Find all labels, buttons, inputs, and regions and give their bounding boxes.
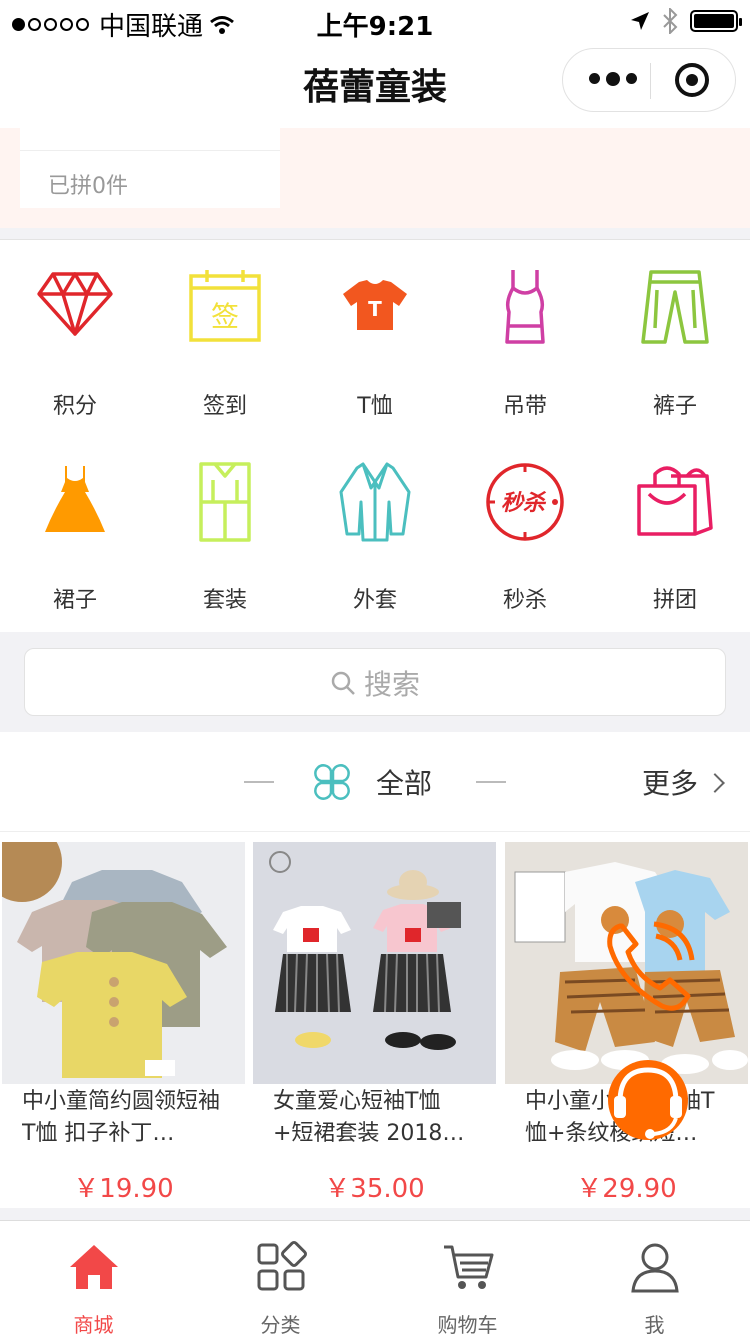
category-item[interactable]: 积分 (0, 268, 150, 420)
bluetooth-icon (663, 8, 678, 34)
tab-me[interactable]: 我 (561, 1221, 748, 1334)
panel-divider (20, 150, 280, 151)
location-arrow-icon (631, 12, 649, 30)
category-label: 秒杀 (502, 588, 547, 613)
category-item[interactable]: 裤子 (600, 268, 750, 420)
nav-bar: 蓓蕾童装 (0, 40, 750, 128)
category-grid-icon (257, 1241, 307, 1291)
search-placeholder: 搜索 (363, 668, 420, 701)
category-label: T恤 (357, 394, 393, 419)
category-label: 吊带 (502, 394, 547, 419)
category-label: 套装 (202, 588, 247, 613)
svg-text:秒杀: 秒杀 (501, 490, 547, 516)
tab-label: 分类 (260, 1313, 301, 1334)
diamond-icon (37, 272, 113, 336)
tab-label: 购物车 (437, 1313, 498, 1334)
divider-line (244, 781, 274, 783)
camisole-icon (505, 270, 545, 344)
tab-bar: 商城 分类 购物车 我 (0, 1220, 750, 1334)
tab-home[interactable]: 商城 (0, 1221, 187, 1334)
tab-cart[interactable]: 购物车 (374, 1221, 561, 1334)
product-image (2, 842, 245, 1084)
mini-program-capsule (562, 48, 736, 112)
product-price: ￥29.90 (576, 1174, 677, 1204)
search-input[interactable]: 搜索 (24, 648, 726, 716)
tab-label: 商城 (73, 1313, 114, 1334)
category-label: 拼团 (652, 588, 697, 613)
home-icon (69, 1245, 118, 1289)
flash-sale-icon: 秒杀 (486, 463, 564, 541)
pants-icon (641, 270, 709, 344)
suit-set-icon (199, 462, 251, 542)
category-item[interactable]: 拼团 (600, 462, 750, 614)
category-item[interactable]: 秒杀 秒杀 (450, 462, 600, 614)
status-bar: 中国联通 上午9:21 (0, 0, 750, 42)
group-buy-panel[interactable]: 已拼0件 (20, 128, 280, 208)
section-title: 全部 (376, 767, 433, 800)
customer-service-icon[interactable] (602, 1054, 694, 1146)
user-profile-icon (630, 1243, 679, 1293)
clover-icon (314, 764, 350, 800)
divider-line (476, 781, 506, 783)
svg-text:T: T (368, 297, 382, 321)
dress-icon (45, 466, 105, 532)
more-link[interactable]: 更多 (642, 762, 725, 802)
svg-text:签: 签 (211, 300, 239, 333)
divider-bar (0, 228, 750, 240)
divider-bar (0, 1208, 750, 1220)
tab-category[interactable]: 分类 (187, 1221, 374, 1334)
shopping-cart-icon (443, 1245, 493, 1289)
phone-call-icon[interactable] (600, 918, 700, 1018)
product-name: 中小童简约圆领短袖T恤 扣子补丁… (22, 1089, 221, 1146)
category-label: 裙子 (52, 588, 97, 613)
more-menu-icon[interactable] (589, 72, 637, 86)
calendar-sign-icon: 签 (189, 270, 261, 342)
search-icon (331, 671, 355, 695)
product-name: 女童爱心短袖T恤+短裙套装 2018… (273, 1089, 465, 1146)
close-miniprogram-icon[interactable] (675, 63, 709, 97)
status-right (630, 8, 742, 34)
capsule-divider (650, 63, 651, 99)
shopping-bag-icon (637, 466, 713, 536)
section-header: 全部 更多 (0, 732, 750, 832)
product-card[interactable]: 中小童简约圆领短袖T恤 扣子补丁… ￥19.90 (2, 842, 245, 1205)
app-root: 中国联通 上午9:21 蓓蕾童装 已拼0件 积分 签 签到 T T恤 吊带 裤子… (0, 0, 750, 1334)
tshirt-icon: T (343, 280, 407, 330)
coat-icon (339, 462, 411, 542)
tab-label: 我 (644, 1313, 665, 1334)
battery-icon (690, 10, 742, 32)
category-label: 积分 (52, 394, 97, 419)
product-price: ￥35.00 (324, 1174, 425, 1204)
product-price: ￥19.90 (73, 1174, 174, 1204)
category-label: 裤子 (652, 394, 697, 419)
chevron-right-icon (705, 773, 725, 793)
category-item[interactable]: T T恤 (300, 268, 450, 420)
category-item[interactable]: 套装 (150, 462, 300, 614)
category-label: 外套 (352, 588, 397, 613)
category-item[interactable]: 签 签到 (150, 268, 300, 420)
category-item[interactable]: 吊带 (450, 268, 600, 420)
category-item[interactable]: 裙子 (0, 462, 150, 614)
category-label: 签到 (202, 394, 247, 419)
category-item[interactable]: 外套 (300, 462, 450, 614)
product-card[interactable]: 女童爱心短袖T恤+短裙套装 2018… ￥35.00 (253, 842, 496, 1205)
product-card[interactable]: 中小童小狮子短袖T恤+条纹梭织短… ￥29.90 (505, 842, 748, 1205)
more-label: 更多 (642, 767, 699, 800)
group-joined-count: 已拼0件 (48, 174, 128, 199)
product-image (253, 842, 496, 1084)
